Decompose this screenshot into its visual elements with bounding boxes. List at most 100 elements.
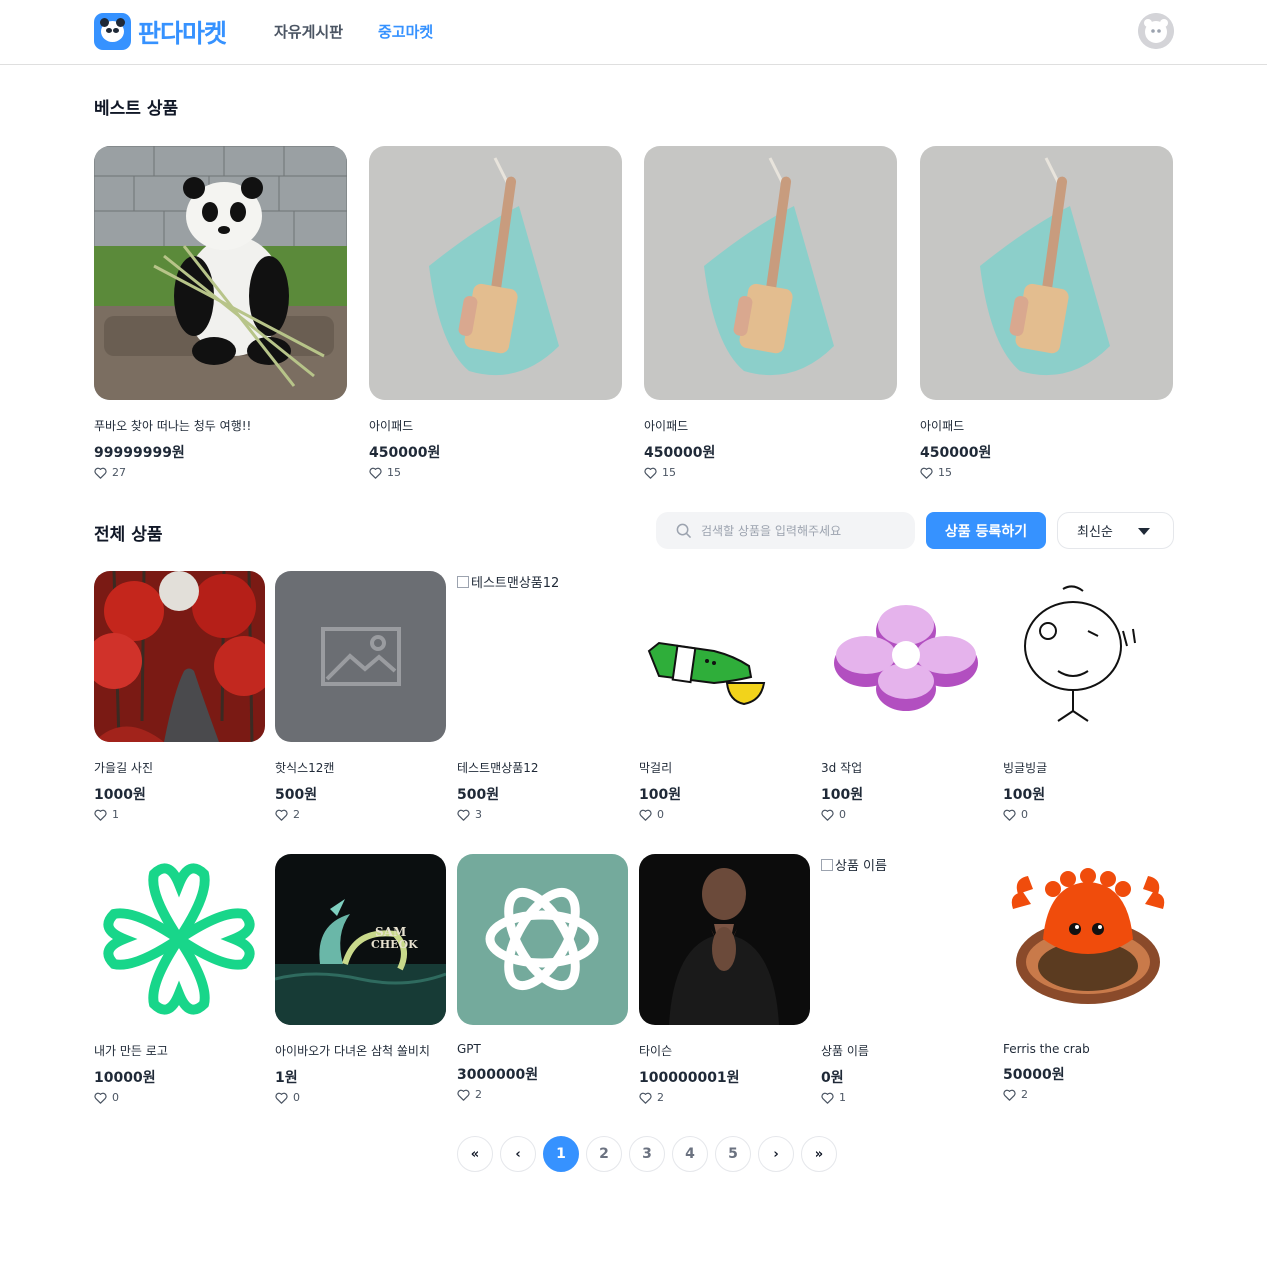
favorite-count: 3 [457,808,628,821]
product-image-dustpan[interactable] [920,146,1173,400]
product-name: 3d 작업 [821,761,863,775]
like-count: 0 [657,808,664,821]
broken-product-image[interactable]: 테스트맨상품12 [457,571,628,742]
heart-icon[interactable] [275,809,288,821]
nav-free-board[interactable]: 자유게시판 [274,21,343,42]
product-card[interactable]: 내가 만든 로고 10000원 0 [94,854,265,1104]
product-card[interactable]: 상품 이름 상품 이름 0원 1 [821,854,992,1104]
page-button-1[interactable]: 1 [543,1136,579,1172]
prev-page-button[interactable]: ‹ [500,1136,536,1172]
like-count: 27 [112,466,126,479]
heart-icon[interactable] [94,467,107,479]
product-image-green-logo[interactable] [94,854,265,1025]
product-card[interactable]: Ferris the crab 50000원 2 [1003,854,1174,1101]
nav-used-market[interactable]: 중고마켓 [378,21,433,42]
heart-icon[interactable] [275,1092,288,1104]
favorite-count: 15 [644,466,897,479]
best-product-card[interactable]: 아이패드 450000원 15 [644,146,897,479]
like-count: 1 [112,808,119,821]
product-card[interactable]: SAM CHEOK 아이바오가 다녀온 삼척 쏠비치 1원 0 [275,854,446,1104]
search-input[interactable] [701,523,901,538]
favorite-count: 15 [369,466,622,479]
product-name: 테스트맨상품12 [457,761,539,775]
next-page-button[interactable]: › [758,1136,794,1172]
product-price: 100원 [1003,787,1046,803]
register-product-button[interactable]: 상품 등록하기 [926,512,1046,549]
product-price: 450000원 [644,445,716,461]
best-products-title: 베스트 상품 [94,99,179,119]
product-price: 99999999원 [94,445,185,461]
product-image-autumn-road[interactable] [94,571,265,742]
sort-selected-label: 최신순 [1077,525,1113,540]
heart-icon[interactable] [457,809,470,821]
user-avatar[interactable] [1138,13,1174,49]
heart-icon[interactable] [1003,809,1016,821]
page-button-5[interactable]: 5 [715,1136,751,1172]
sort-dropdown[interactable]: 최신순 [1057,512,1174,549]
like-count: 0 [112,1091,119,1104]
broken-product-image[interactable]: 상품 이름 [821,854,992,1025]
product-image-panda[interactable] [94,146,347,400]
product-card[interactable]: 핫식스12캔 500원 2 [275,571,446,821]
like-count: 2 [293,808,300,821]
heart-icon[interactable] [369,467,382,479]
heart-icon[interactable] [1003,1089,1016,1101]
product-name: 아이패드 [369,419,414,433]
last-page-button[interactable]: » [801,1136,837,1172]
product-image-makgeolli-drawing[interactable] [639,571,810,742]
best-product-card[interactable]: 푸바오 찾아 떠나는 청두 여행!! 99999999원 27 [94,146,347,479]
heart-icon[interactable] [821,809,834,821]
product-price: 450000원 [369,445,441,461]
like-count: 15 [662,466,676,479]
heart-icon[interactable] [920,467,933,479]
like-count: 0 [839,808,846,821]
product-image-gpt-logo[interactable] [457,854,628,1025]
product-image-tyson[interactable] [639,854,810,1025]
product-card[interactable]: 빙글빙글 100원 0 [1003,571,1174,821]
image-placeholder-icon[interactable] [275,571,446,742]
heart-icon[interactable] [94,809,107,821]
product-name: 막걸리 [639,761,673,775]
product-card[interactable]: 가을길 사진 1000원 1 [94,571,265,821]
best-product-card[interactable]: 아이패드 450000원 15 [920,146,1173,479]
product-image-dustpan[interactable] [369,146,622,400]
favorite-count: 2 [1003,1088,1174,1101]
product-image-ferris-crab[interactable] [1003,854,1174,1025]
product-image-sketch-face[interactable] [1003,571,1174,742]
product-image-dustpan[interactable] [644,146,897,400]
page-button-2[interactable]: 2 [586,1136,622,1172]
product-price: 100원 [821,787,864,803]
search-bar[interactable] [656,512,915,549]
first-page-button[interactable]: « [457,1136,493,1172]
product-name: 상품 이름 [821,1044,869,1058]
heart-icon[interactable] [644,467,657,479]
heart-icon[interactable] [639,1092,652,1104]
product-name: Ferris the crab [1003,1042,1090,1056]
heart-icon[interactable] [457,1089,470,1101]
heart-icon[interactable] [821,1092,834,1104]
favorite-count: 0 [821,808,992,821]
favorite-count: 0 [275,1091,446,1104]
like-count: 2 [1021,1088,1028,1101]
best-product-card[interactable]: 아이패드 450000원 15 [369,146,622,479]
product-card[interactable]: 타이슨 100000001원 2 [639,854,810,1104]
product-card[interactable]: 테스트맨상품12 테스트맨상품12 500원 3 [457,571,628,821]
product-price: 0원 [821,1070,844,1086]
like-count: 0 [293,1091,300,1104]
broken-image-icon [457,575,469,588]
favorite-count: 0 [94,1091,265,1104]
product-image-3d-clover[interactable] [821,571,992,742]
page-button-3[interactable]: 3 [629,1136,665,1172]
pagination: « ‹ 1 2 3 4 5 › » [457,1136,837,1172]
product-card[interactable]: 막걸리 100원 0 [639,571,810,821]
product-card[interactable]: 3d 작업 100원 0 [821,571,992,821]
page-button-4[interactable]: 4 [672,1136,708,1172]
heart-icon[interactable] [94,1092,107,1104]
logo[interactable]: 판다마켓 [94,13,227,50]
image-alt-text: 상품 이름 [835,859,887,874]
product-image-samcheok-sculpture[interactable]: SAM CHEOK [275,854,446,1025]
product-name: 아이패드 [644,419,689,433]
heart-icon[interactable] [639,809,652,821]
favorite-count: 1 [94,808,265,821]
product-card[interactable]: GPT 3000000원 2 [457,854,628,1101]
